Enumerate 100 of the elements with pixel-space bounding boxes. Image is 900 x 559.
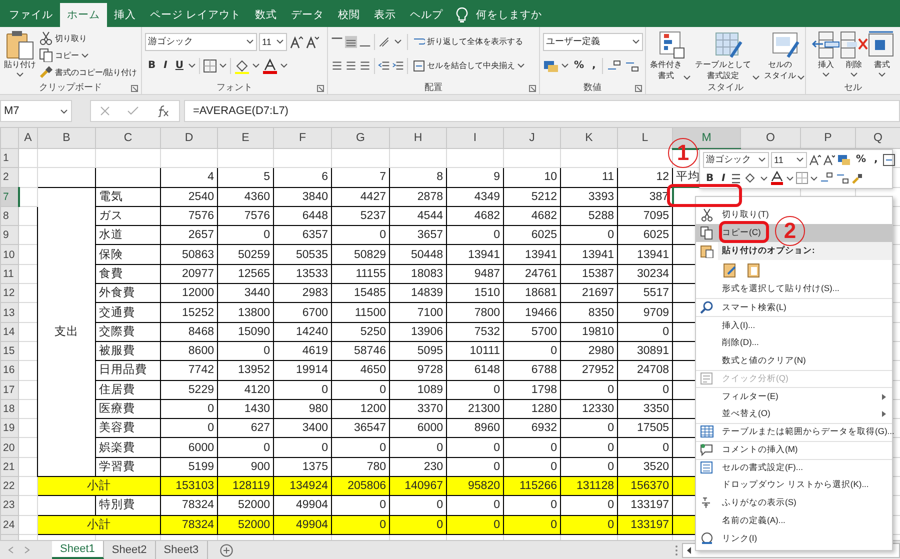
ribbon-tab[interactable]: 挿入 [107, 3, 143, 27]
row-header[interactable]: 10 [0, 244, 18, 264]
paste-icon[interactable] [746, 262, 762, 278]
cell-styles-button[interactable]: セルの スタイル [763, 30, 806, 80]
caret-icon[interactable] [81, 52, 89, 58]
row-header[interactable]: 1 [0, 148, 18, 168]
column-header[interactable]: K [560, 128, 618, 148]
menu-item[interactable]: ふりがなの表示(S) [696, 494, 892, 512]
paste-formatting-icon[interactable] [722, 262, 738, 278]
column-header[interactable]: A [18, 128, 38, 148]
align-left-icon[interactable] [331, 58, 343, 72]
function-icon[interactable] [156, 105, 170, 117]
menu-item[interactable]: 削除(D)... [696, 334, 892, 352]
decrease-indent-icon[interactable] [378, 58, 390, 72]
row-header[interactable]: 17 [0, 380, 18, 400]
caret-icon[interactable] [188, 62, 196, 69]
menu-item[interactable]: 数式と値のクリア(N) [696, 352, 892, 370]
menu-item[interactable]: コメントの挿入(M) [696, 440, 892, 459]
font-size-field[interactable]: 11 [771, 152, 807, 168]
column-header[interactable]: H [390, 128, 446, 148]
font-name-field[interactable]: 游ゴシック [703, 152, 769, 168]
caret-icon[interactable] [60, 108, 68, 114]
caret-icon[interactable] [632, 38, 640, 45]
column-header[interactable]: P [800, 128, 856, 148]
align-center-icon[interactable] [345, 58, 357, 72]
row-header[interactable]: 15 [0, 341, 18, 361]
caret-icon[interactable] [786, 174, 794, 182]
row-header[interactable]: 18 [0, 399, 18, 419]
ribbon-command[interactable]: コピー [37, 47, 140, 63]
shrink-font-icon[interactable] [305, 34, 319, 48]
caret-icon[interactable] [850, 70, 858, 78]
caret-icon[interactable] [246, 38, 254, 45]
dialog-launcher-icon[interactable] [131, 85, 138, 92]
comma-button[interactable]: , [871, 152, 881, 168]
table-format-button[interactable]: テーブルとして 書式設定 [694, 30, 761, 80]
menu-item[interactable]: 形式を選択して貼り付け(S)... [696, 280, 892, 298]
column-header[interactable]: J [504, 128, 560, 148]
row-header[interactable]: 7 [0, 187, 18, 206]
column-header[interactable]: Q [856, 128, 900, 148]
caret-icon[interactable] [752, 74, 760, 81]
column-header[interactable]: O [740, 128, 800, 148]
caret-icon[interactable] [280, 62, 288, 69]
column-header[interactable]: C [96, 128, 160, 148]
ribbon-tab[interactable]: データ [284, 3, 331, 27]
caret-icon[interactable] [276, 38, 284, 45]
font-size-field[interactable]: 11 [259, 32, 287, 50]
menu-item[interactable]: 並べ替え(O) [696, 405, 892, 423]
decrease-decimal-icon[interactable] [836, 172, 850, 184]
lightbulb-icon[interactable] [456, 7, 468, 23]
ribbon-tab[interactable]: 校閲 [330, 3, 367, 27]
row-header[interactable]: 9 [0, 226, 18, 245]
currency-icon[interactable] [543, 58, 559, 72]
percent-button[interactable]: % [571, 56, 588, 74]
font-name-field[interactable]: 游ゴシック [145, 32, 257, 50]
row-header[interactable]: 21 [0, 457, 18, 477]
shrink-font-icon[interactable] [823, 154, 835, 166]
row-header[interactable]: 24 [0, 515, 18, 534]
grow-font-icon[interactable] [289, 34, 303, 48]
caret-icon[interactable] [878, 70, 886, 78]
paste-button[interactable]: 貼り付け [3, 30, 37, 80]
merge-cells-icon[interactable] [882, 154, 895, 166]
caret-icon[interactable] [517, 62, 525, 69]
row-header[interactable]: 16 [0, 360, 18, 380]
italic-button[interactable]: I [718, 170, 728, 186]
name-box[interactable]: M7 [0, 100, 72, 122]
bold-button[interactable]: B [703, 170, 717, 186]
caret-icon[interactable] [16, 70, 24, 78]
column-header[interactable]: D [160, 128, 218, 148]
menu-item[interactable]: 挿入(I)... [696, 316, 892, 334]
row-header[interactable]: 8 [0, 206, 18, 226]
tell-me-search[interactable]: 何をしますか [476, 8, 542, 22]
row-header[interactable]: 2 [0, 168, 18, 188]
row-header[interactable]: 11 [0, 264, 18, 284]
caret-icon[interactable] [392, 38, 404, 45]
column-header[interactable]: G [332, 128, 390, 148]
ribbon-tab[interactable]: ホーム [60, 3, 107, 27]
dialog-launcher-icon[interactable] [317, 85, 324, 92]
column-header[interactable]: I [446, 128, 504, 148]
sheet-tab[interactable]: Sheet3 [156, 541, 208, 559]
borders-icon[interactable] [203, 58, 218, 72]
ribbon-command[interactable]: 書式のコピー/貼り付け [37, 64, 140, 80]
format-cells-button[interactable]: 書式 [868, 30, 896, 80]
conditional-format-button[interactable]: 条件付き 書式 [649, 30, 692, 80]
column-header[interactable]: L [618, 128, 672, 148]
italic-button[interactable]: I [160, 56, 170, 74]
row-header[interactable]: 19 [0, 418, 18, 438]
column-header[interactable]: F [274, 128, 332, 148]
ribbon-command[interactable]: セルを結合して中央揃え [411, 58, 527, 74]
caret-icon[interactable] [219, 62, 228, 69]
currency-icon[interactable] [837, 154, 851, 166]
caret-icon[interactable] [252, 62, 260, 69]
row-header[interactable]: 22 [0, 476, 18, 496]
add-sheet-icon[interactable] [220, 544, 233, 556]
underline-button[interactable]: U [172, 56, 186, 74]
menu-item[interactable]: テーブルまたは範囲からデータを取得(G)... [696, 422, 892, 441]
ribbon-tab[interactable]: 数式 [248, 3, 284, 27]
column-header[interactable]: E [218, 128, 274, 148]
align-right-icon[interactable] [359, 58, 371, 72]
fill-color-icon[interactable] [234, 58, 250, 74]
menu-item[interactable]: セルの書式設定(F)... [696, 458, 892, 476]
